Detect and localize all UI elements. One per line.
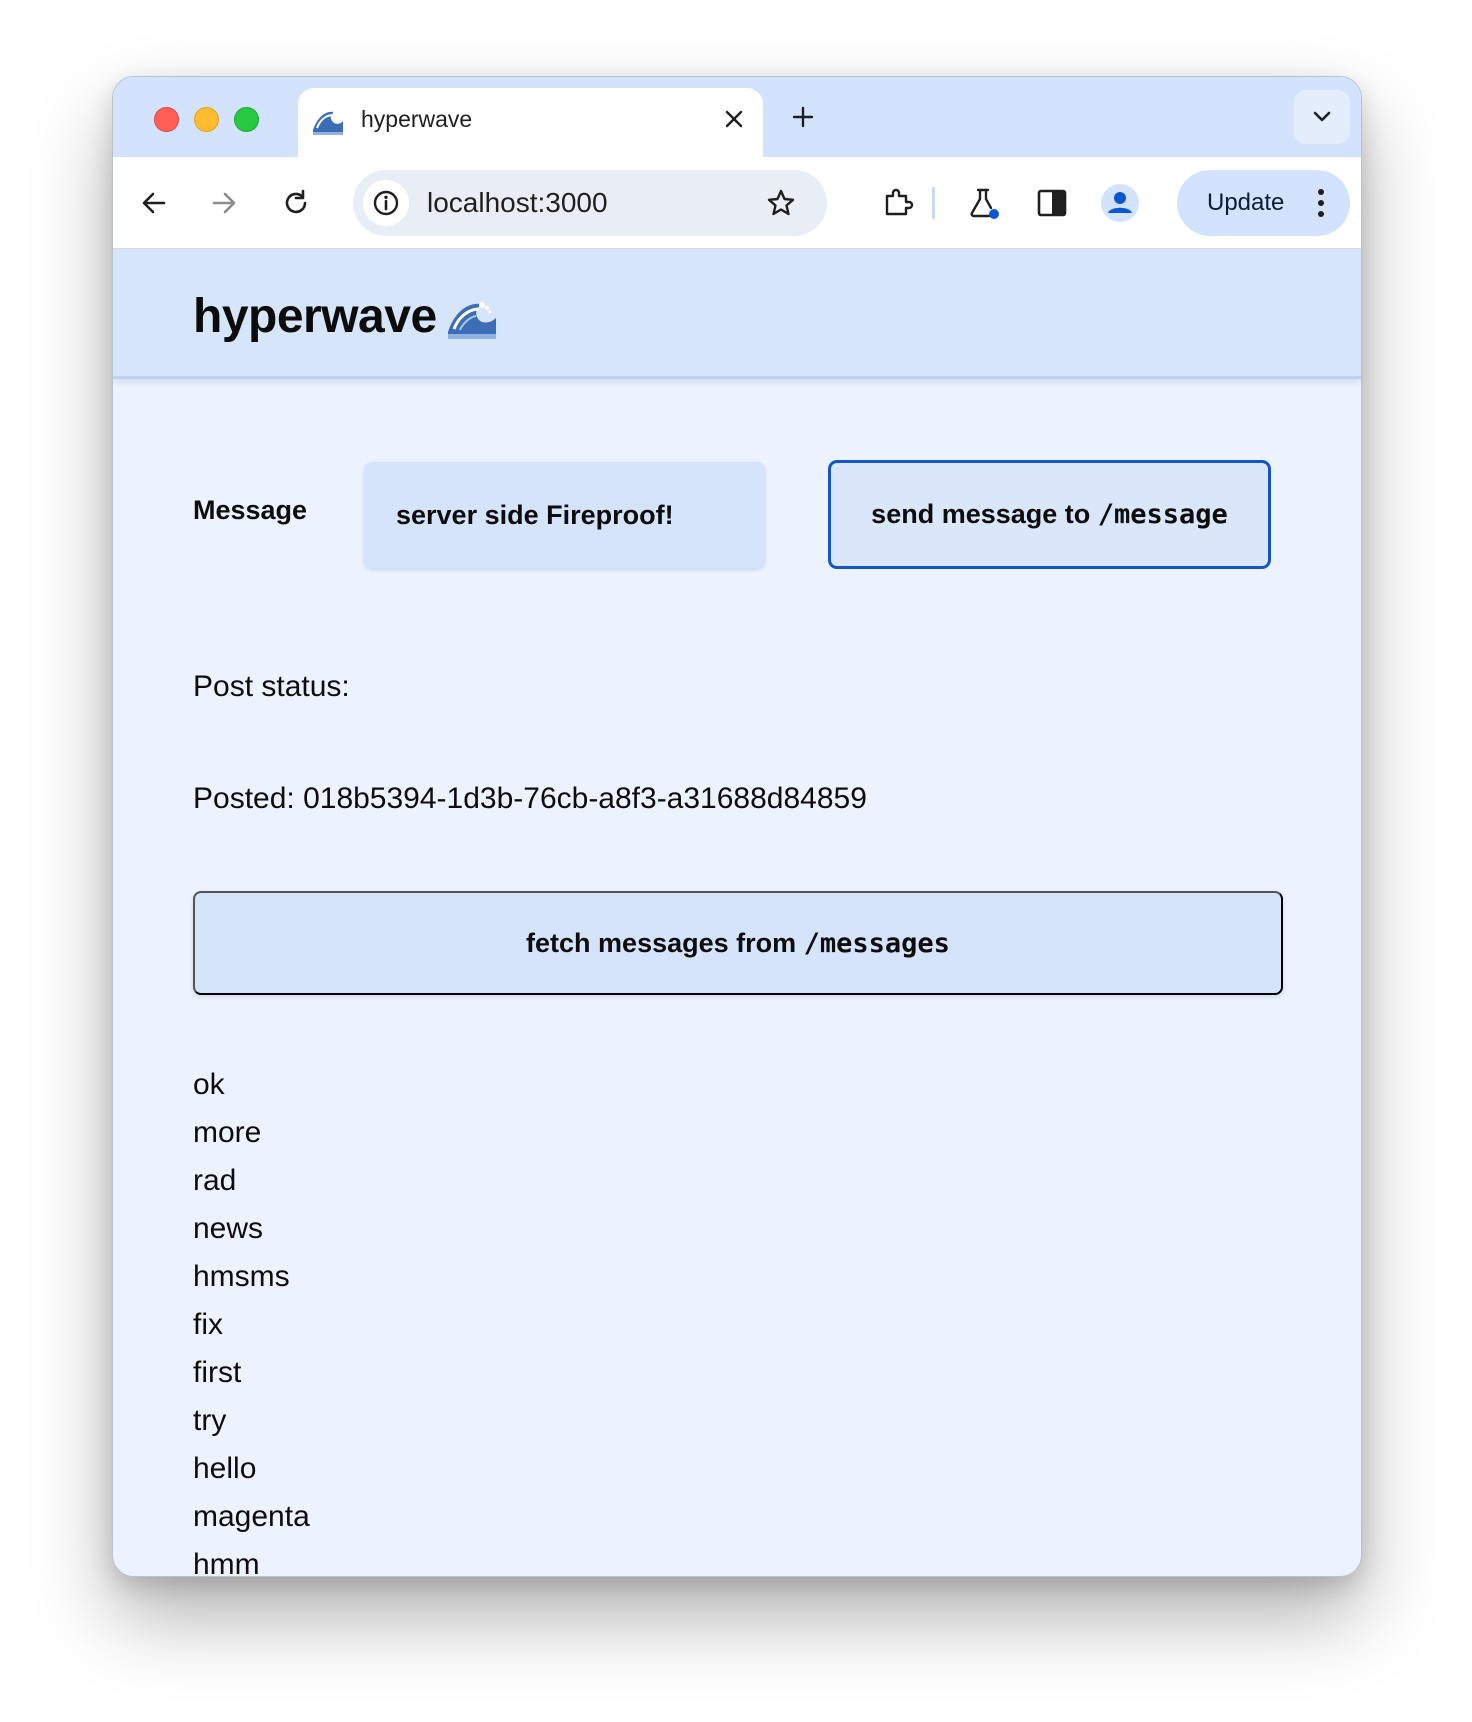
wave-icon bbox=[448, 302, 496, 339]
list-item: magenta bbox=[193, 1500, 310, 1533]
toolbar-separator bbox=[932, 187, 935, 219]
page-content: hyperwave Message send message to /messa… bbox=[113, 249, 1361, 1577]
post-status-label: Post status: bbox=[193, 670, 350, 703]
send-button-text: send message to bbox=[871, 499, 1098, 529]
page-header: hyperwave bbox=[113, 249, 1361, 379]
labs-flask-icon[interactable] bbox=[961, 180, 1007, 226]
list-item: try bbox=[193, 1404, 227, 1437]
extensions-puzzle-icon[interactable] bbox=[875, 180, 921, 226]
tab-strip: hyperwave bbox=[113, 77, 1361, 157]
fetch-button-path: /messages bbox=[803, 927, 950, 959]
list-item: first bbox=[193, 1356, 242, 1389]
messages-list: ok more rad news hmsms fix first try hel… bbox=[193, 1061, 310, 1577]
list-item: ok bbox=[193, 1068, 225, 1101]
back-arrow-icon[interactable] bbox=[131, 180, 177, 226]
posted-id-text: Posted: 018b5394-1d3b-76cb-a8f3-a31688d8… bbox=[193, 782, 867, 815]
site-info-icon[interactable] bbox=[363, 180, 409, 226]
tab-hyperwave[interactable]: hyperwave bbox=[298, 88, 763, 157]
site-title: hyperwave bbox=[193, 290, 437, 343]
send-button-path: /message bbox=[1097, 499, 1228, 530]
list-item: hmm bbox=[193, 1548, 260, 1577]
profile-avatar-icon[interactable] bbox=[1097, 180, 1143, 226]
maximize-window-button[interactable] bbox=[234, 107, 259, 132]
message-label: Message bbox=[193, 495, 308, 525]
message-input[interactable] bbox=[364, 462, 765, 568]
close-window-button[interactable] bbox=[154, 107, 179, 132]
side-panel-icon[interactable] bbox=[1029, 180, 1075, 226]
fetch-button-text: fetch messages from bbox=[526, 927, 804, 958]
reload-icon[interactable] bbox=[273, 180, 319, 226]
wave-icon bbox=[313, 111, 343, 135]
minimize-window-button[interactable] bbox=[194, 107, 219, 132]
list-item: more bbox=[193, 1116, 262, 1149]
url-text: localhost:3000 bbox=[427, 187, 608, 218]
tab-title: hyperwave bbox=[361, 106, 473, 132]
list-item: rad bbox=[193, 1164, 237, 1197]
browser-toolbar: localhost:3000 Update bbox=[113, 157, 1361, 249]
browser-window: hyperwave localhost:3000 Update hyperwav… bbox=[112, 76, 1362, 1577]
list-item: fix bbox=[193, 1308, 223, 1341]
send-message-button[interactable]: send message to /message bbox=[828, 460, 1271, 569]
tab-search-chevron-down-icon[interactable] bbox=[1294, 90, 1350, 144]
list-item: hmsms bbox=[193, 1260, 290, 1293]
list-item: news bbox=[193, 1212, 264, 1245]
forward-arrow-icon[interactable] bbox=[201, 180, 247, 226]
address-bar[interactable]: localhost:3000 bbox=[353, 170, 827, 236]
fetch-messages-button[interactable]: fetch messages from /messages bbox=[193, 891, 1283, 995]
more-vertical-icon[interactable] bbox=[1301, 183, 1341, 223]
tab-close-icon[interactable] bbox=[718, 103, 750, 135]
update-label: Update bbox=[1207, 189, 1285, 216]
list-item: hello bbox=[193, 1452, 257, 1485]
update-button[interactable]: Update bbox=[1177, 170, 1350, 236]
new-tab-icon[interactable] bbox=[785, 99, 821, 135]
bookmark-star-icon[interactable] bbox=[758, 180, 804, 226]
